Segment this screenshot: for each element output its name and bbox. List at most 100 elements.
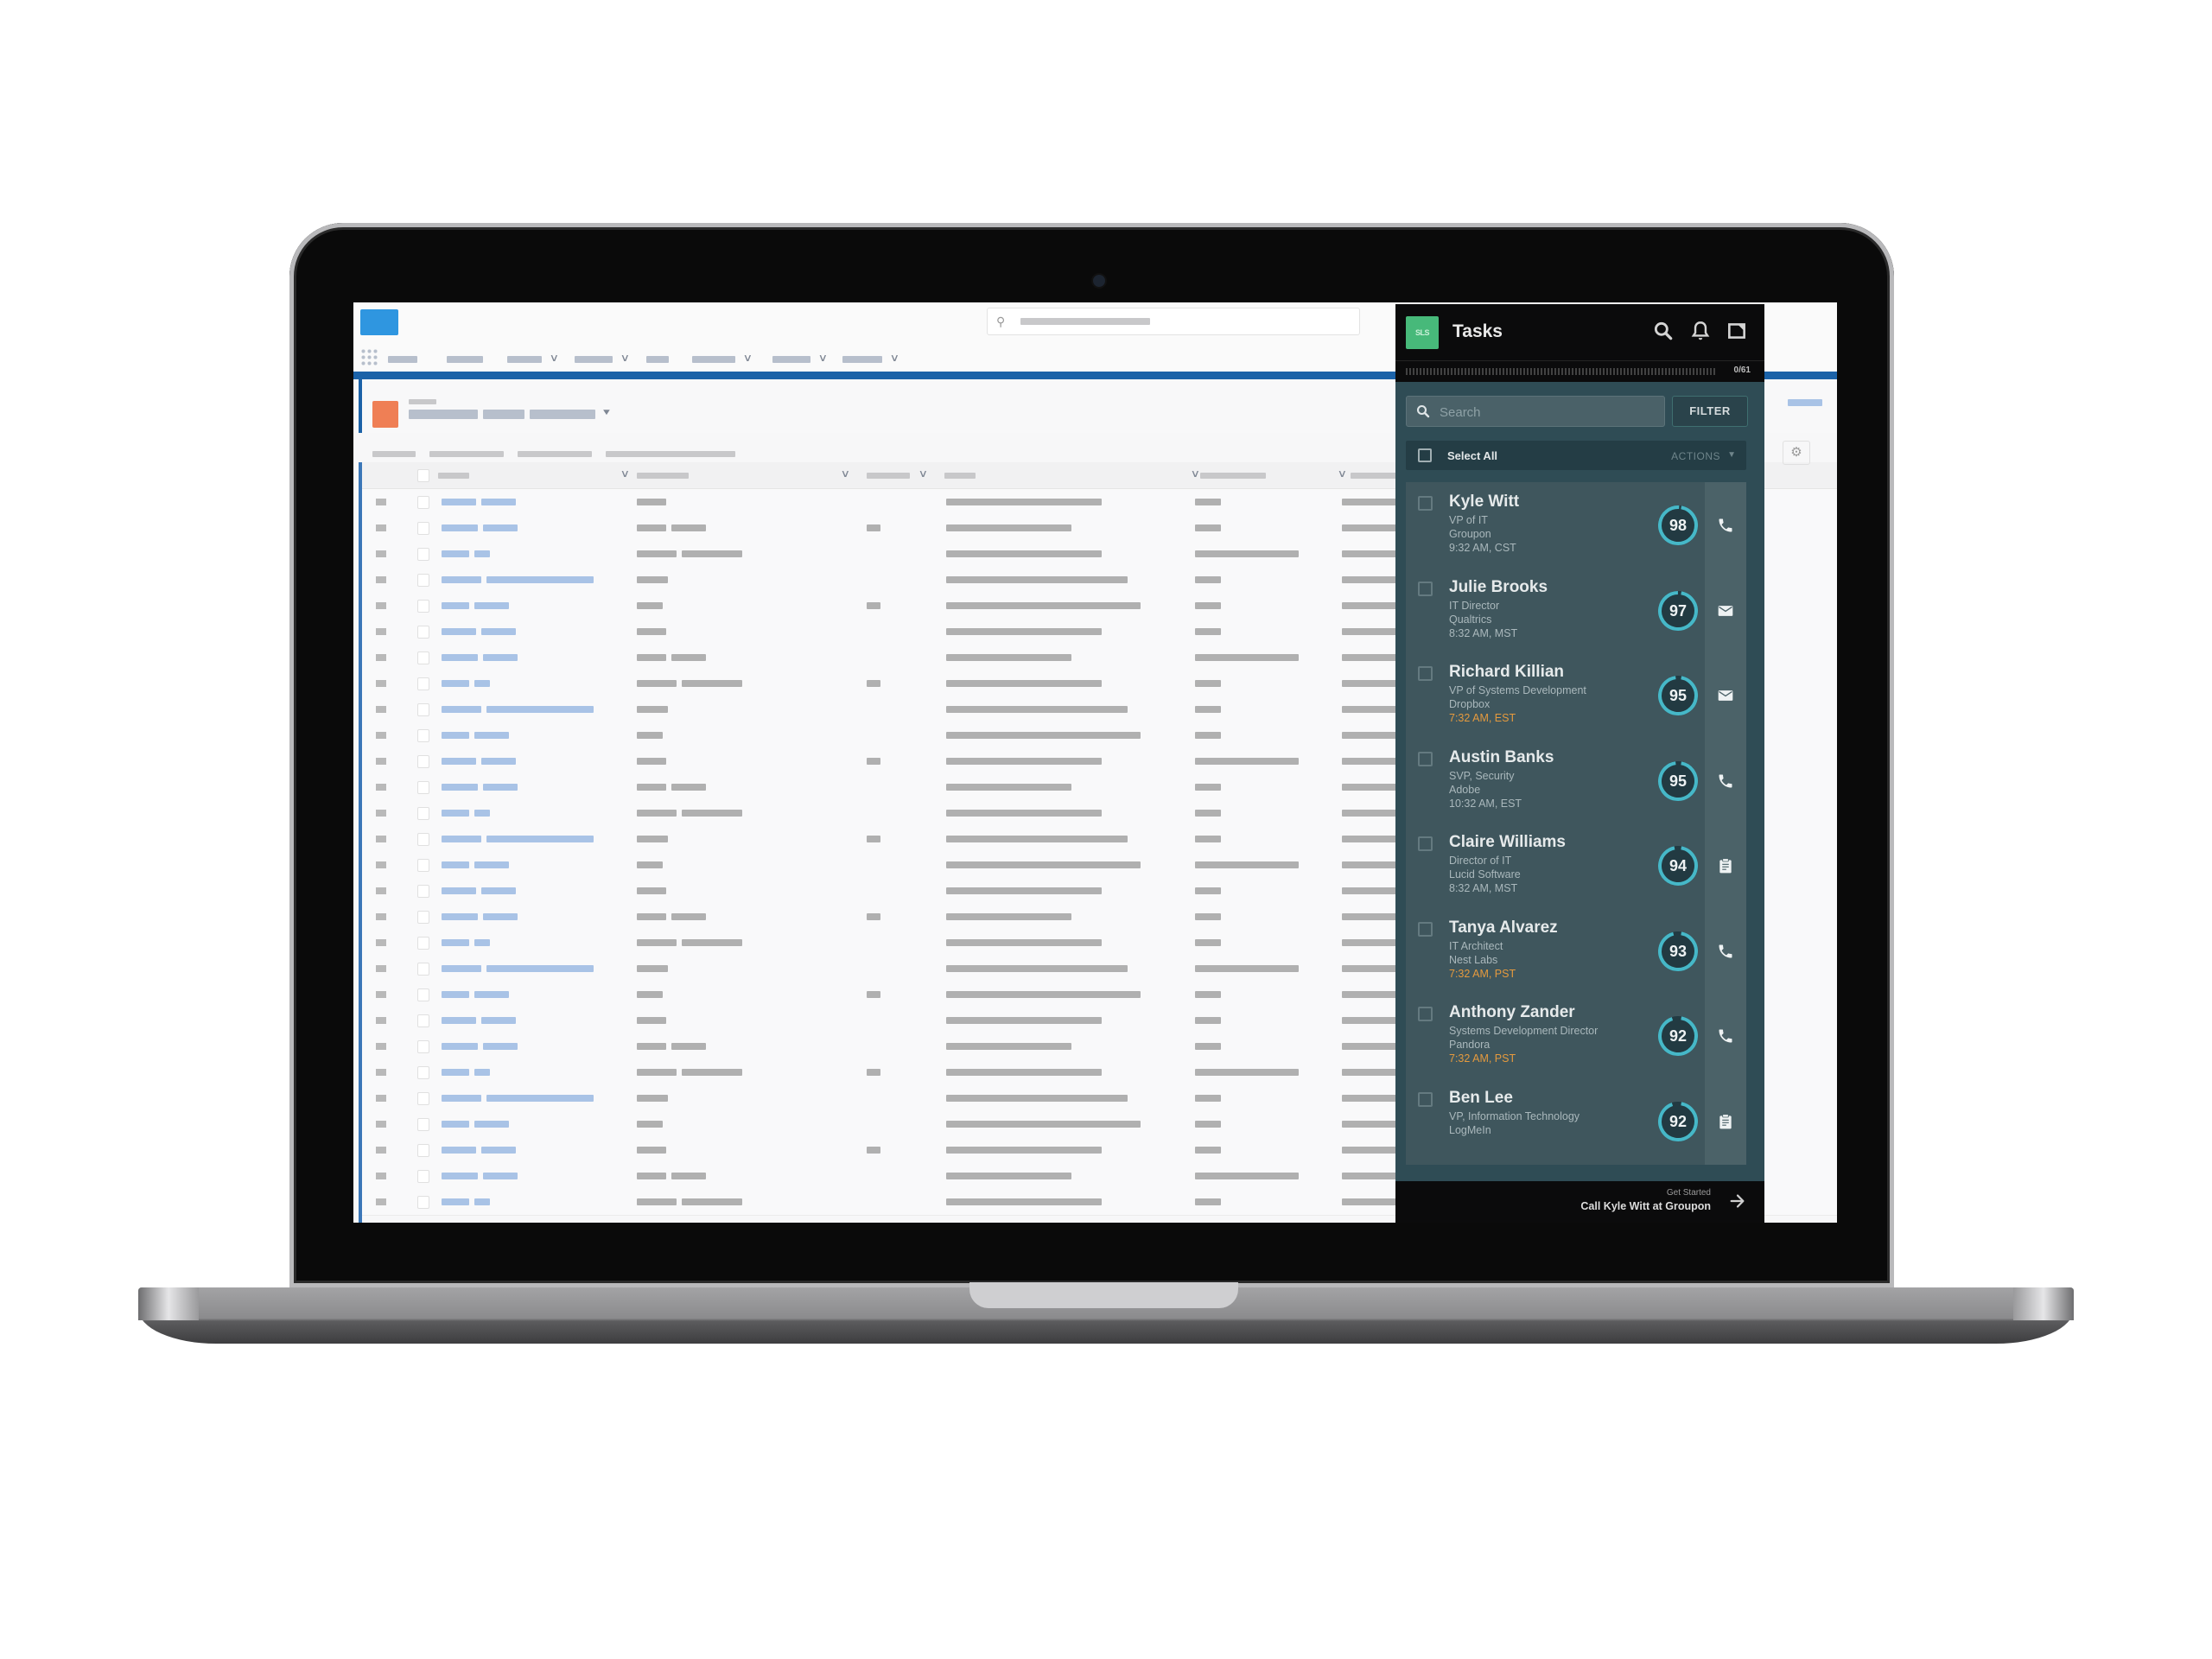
- chevron-down-icon[interactable]: ∨: [890, 352, 899, 364]
- list-view-name[interactable]: [483, 410, 524, 419]
- contact-name[interactable]: Austin Banks: [1449, 748, 1554, 767]
- record-link[interactable]: [442, 991, 469, 998]
- record-link[interactable]: [442, 836, 481, 842]
- nav-tab[interactable]: [646, 356, 669, 363]
- record-link[interactable]: [486, 1095, 594, 1102]
- contact-name[interactable]: Anthony Zander: [1449, 1003, 1575, 1022]
- row-checkbox[interactable]: [417, 1040, 429, 1053]
- record-link[interactable]: [474, 810, 490, 817]
- chevron-down-icon[interactable]: ∨: [550, 352, 559, 364]
- task-card[interactable]: Richard Killian VP of Systems Development…: [1406, 652, 1746, 739]
- record-link[interactable]: [442, 499, 476, 505]
- crm-logo[interactable]: [360, 309, 398, 335]
- record-link[interactable]: [474, 732, 509, 739]
- record-link[interactable]: [474, 550, 490, 557]
- row-checkbox[interactable]: [417, 652, 429, 664]
- tasks-search-input[interactable]: [1438, 397, 1657, 428]
- record-link[interactable]: [474, 991, 509, 998]
- app-logo-icon[interactable]: SLS: [1406, 316, 1439, 349]
- chevron-down-icon[interactable]: ∨: [743, 352, 753, 364]
- row-checkbox[interactable]: [417, 626, 429, 639]
- row-checkbox[interactable]: [417, 1144, 429, 1157]
- filter-button[interactable]: FILTER: [1672, 396, 1748, 427]
- task-action-button[interactable]: [1705, 567, 1746, 654]
- row-checkbox[interactable]: [417, 703, 429, 716]
- task-action-button[interactable]: [1705, 993, 1746, 1079]
- task-checkbox[interactable]: [1418, 1091, 1433, 1107]
- nav-tab[interactable]: [575, 356, 613, 363]
- select-all-rows-checkbox[interactable]: [417, 469, 429, 482]
- contact-name[interactable]: Kyle Witt: [1449, 493, 1519, 512]
- row-checkbox[interactable]: [417, 1196, 429, 1209]
- record-link[interactable]: [442, 887, 476, 894]
- record-link[interactable]: [442, 913, 478, 920]
- task-checkbox[interactable]: [1418, 496, 1433, 511]
- caret-down-icon[interactable]: ▼: [601, 408, 613, 417]
- row-checkbox[interactable]: [417, 833, 429, 846]
- select-all-checkbox[interactable]: [1418, 448, 1432, 462]
- nav-tab[interactable]: [447, 356, 483, 363]
- record-link[interactable]: [442, 1069, 469, 1076]
- row-checkbox[interactable]: [417, 859, 429, 872]
- nav-tab[interactable]: [772, 356, 810, 363]
- task-checkbox[interactable]: [1418, 751, 1433, 766]
- record-link[interactable]: [486, 706, 594, 713]
- task-action-button[interactable]: [1705, 737, 1746, 824]
- row-checkbox[interactable]: [417, 1118, 429, 1131]
- task-action-button[interactable]: [1705, 482, 1746, 569]
- record-link[interactable]: [442, 576, 481, 583]
- task-card[interactable]: Julie Brooks IT Director Qualtrics 8:32 AM,…: [1406, 567, 1746, 654]
- record-link[interactable]: [442, 1043, 478, 1050]
- popout-icon[interactable]: [1726, 320, 1748, 342]
- task-action-button[interactable]: [1705, 652, 1746, 739]
- record-link[interactable]: [474, 1198, 490, 1205]
- record-link[interactable]: [442, 732, 469, 739]
- column-header[interactable]: [438, 473, 469, 479]
- record-link[interactable]: [486, 965, 594, 972]
- record-link[interactable]: [442, 680, 469, 687]
- row-checkbox[interactable]: [417, 548, 429, 561]
- gear-icon[interactable]: ⚙: [1783, 441, 1810, 465]
- row-checkbox[interactable]: [417, 781, 429, 794]
- chevron-down-icon[interactable]: ∨: [841, 467, 850, 480]
- record-link[interactable]: [442, 1173, 478, 1179]
- record-link[interactable]: [474, 939, 490, 946]
- record-link[interactable]: [442, 1198, 469, 1205]
- record-link[interactable]: [474, 1121, 509, 1128]
- task-checkbox[interactable]: [1418, 1007, 1433, 1021]
- task-checkbox[interactable]: [1418, 921, 1433, 937]
- record-link[interactable]: [442, 654, 478, 661]
- row-checkbox[interactable]: [417, 937, 429, 950]
- record-link[interactable]: [486, 836, 594, 842]
- bell-icon[interactable]: [1689, 320, 1712, 342]
- contact-name[interactable]: Tanya Alvarez: [1449, 918, 1558, 938]
- column-header[interactable]: [867, 473, 910, 479]
- chevron-down-icon[interactable]: ∨: [620, 352, 630, 364]
- caret-down-icon[interactable]: ▼: [1727, 450, 1736, 460]
- task-card[interactable]: Claire Williams Director of IT Lucid Softw…: [1406, 823, 1746, 909]
- list-view-name[interactable]: [530, 410, 595, 419]
- nav-tab[interactable]: [388, 356, 417, 363]
- arrow-right-icon[interactable]: [1728, 1192, 1747, 1211]
- chevron-down-icon[interactable]: ∨: [620, 467, 630, 480]
- record-link[interactable]: [442, 810, 469, 817]
- record-link[interactable]: [442, 1017, 476, 1024]
- row-checkbox[interactable]: [417, 600, 429, 613]
- task-action-button[interactable]: [1705, 1077, 1746, 1165]
- task-card[interactable]: Tanya Alvarez IT Architect Nest Labs 7:32 A…: [1406, 907, 1746, 995]
- row-checkbox[interactable]: [417, 677, 429, 690]
- row-checkbox[interactable]: [417, 1066, 429, 1079]
- record-link[interactable]: [481, 758, 516, 765]
- row-checkbox[interactable]: [417, 496, 429, 509]
- record-link[interactable]: [481, 1017, 516, 1024]
- record-link[interactable]: [442, 628, 476, 635]
- nav-tab[interactable]: [842, 356, 882, 363]
- row-checkbox[interactable]: [417, 911, 429, 924]
- row-checkbox[interactable]: [417, 755, 429, 768]
- actions-dropdown[interactable]: ACTIONS: [1671, 450, 1720, 462]
- task-checkbox[interactable]: [1418, 666, 1433, 681]
- contact-name[interactable]: Claire Williams: [1449, 833, 1566, 852]
- record-link[interactable]: [442, 550, 469, 557]
- record-link[interactable]: [481, 887, 516, 894]
- record-link[interactable]: [442, 1095, 481, 1102]
